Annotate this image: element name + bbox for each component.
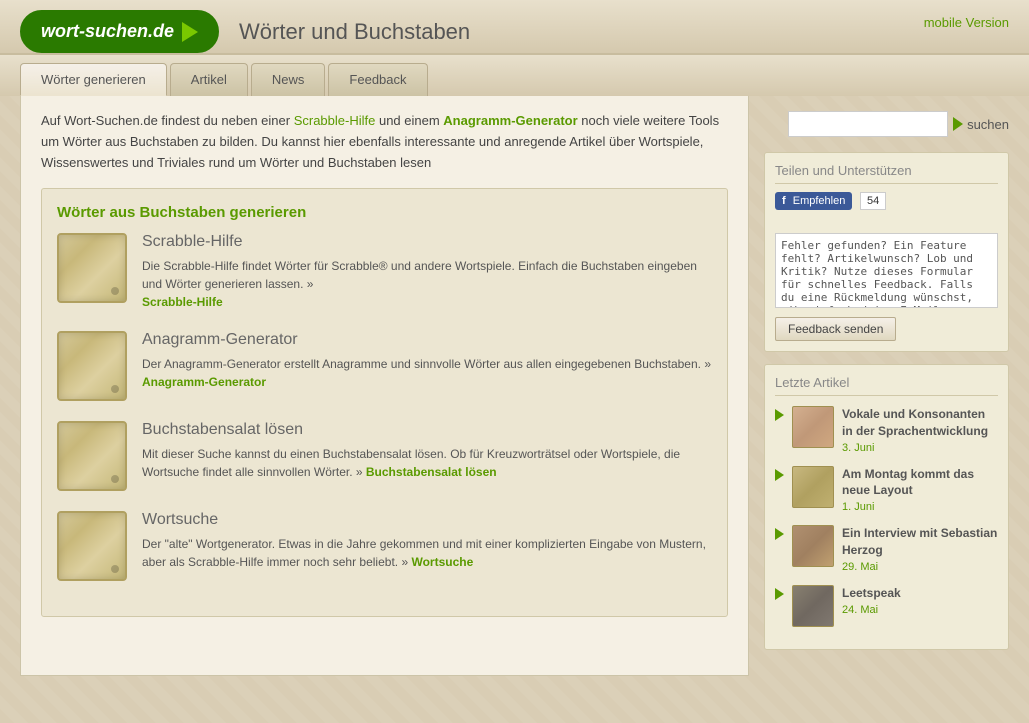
search-box: suchen <box>764 106 1009 137</box>
anagramm-desc: Der Anagramm-Generator erstellt Anagramm… <box>142 355 712 391</box>
buchstabensalat-link[interactable]: Buchstabensalat lösen <box>366 465 497 479</box>
article-title-0: Vokale und Konsonanten in der Sprachentw… <box>842 406 998 440</box>
article-arrow-icon-2 <box>775 528 784 540</box>
search-input[interactable] <box>788 111 948 137</box>
article-item-3[interactable]: Leetspeak 24. Mai <box>775 585 998 627</box>
scrabble-heading: Scrabble-Hilfe <box>142 233 712 251</box>
wortsuche-heading: Wortsuche <box>142 511 712 529</box>
fb-row: f Empfehlen 54 <box>775 192 998 218</box>
article-thumb-3 <box>792 585 834 627</box>
feature-box-title: Wörter aus Buchstaben generieren <box>57 204 712 221</box>
feedback-send-button[interactable]: Feedback senden <box>775 317 896 341</box>
anagramm-thumb <box>57 331 127 401</box>
logo[interactable]: wort-suchen.de <box>20 10 219 53</box>
wortsuche-link[interactable]: Wortsuche <box>411 555 473 569</box>
buchstabensalat-heading: Buchstabensalat lösen <box>142 421 712 439</box>
article-item-1[interactable]: Am Montag kommt das neue Layout 1. Juni <box>775 466 998 514</box>
search-button[interactable]: suchen <box>953 117 1009 132</box>
article-item-2[interactable]: Ein Interview mit Sebastian Herzog 29. M… <box>775 525 998 573</box>
feature-item-buchstabensalat: Buchstabensalat lösen Mit dieser Suche k… <box>57 421 712 491</box>
scrabble-thumb <box>57 233 127 303</box>
fb-count: 54 <box>860 192 886 210</box>
article-info-1: Am Montag kommt das neue Layout 1. Juni <box>842 466 998 514</box>
tab-woerter-generieren[interactable]: Wörter generieren <box>20 63 167 96</box>
article-item-0[interactable]: Vokale und Konsonanten in der Sprachentw… <box>775 406 998 454</box>
tab-feedback[interactable]: Feedback <box>328 63 427 96</box>
feature-item-wortsuche: Wortsuche Der "alte" Wortgenerator. Etwa… <box>57 511 712 581</box>
article-arrow-icon-3 <box>775 588 784 600</box>
feature-box: Wörter aus Buchstaben generieren Scrabbl… <box>41 188 728 617</box>
article-date-3: 24. Mai <box>842 604 901 616</box>
buchstabensalat-thumb <box>57 421 127 491</box>
nav-tabs: Wörter generieren Artikel News Feedback <box>0 55 1029 96</box>
scrabble-content: Scrabble-Hilfe Die Scrabble-Hilfe findet… <box>142 233 712 311</box>
share-title: Teilen und Unterstützen <box>775 163 998 184</box>
article-date-1: 1. Juni <box>842 501 998 513</box>
articles-widget: Letzte Artikel Vokale und Konsonanten in… <box>764 364 1009 650</box>
feature-item-anagramm: Anagramm-Generator Der Anagramm-Generato… <box>57 331 712 401</box>
sidebar: suchen Teilen und Unterstützen f Empfehl… <box>749 96 1009 676</box>
article-date-0: 3. Juni <box>842 442 998 454</box>
scrabble-desc: Die Scrabble-Hilfe findet Wörter für Scr… <box>142 257 712 311</box>
logo-area: wort-suchen.de Wörter und Buchstaben <box>20 10 470 53</box>
share-widget: Teilen und Unterstützen f Empfehlen 54 F… <box>764 152 1009 352</box>
article-date-2: 29. Mai <box>842 561 998 573</box>
anagramm-link[interactable]: Anagramm-Generator <box>142 375 266 389</box>
anagramm-content: Anagramm-Generator Der Anagramm-Generato… <box>142 331 712 391</box>
wortsuche-thumb <box>57 511 127 581</box>
main-wrapper: Auf Wort-Suchen.de findest du neben eine… <box>0 96 1029 676</box>
article-info-0: Vokale und Konsonanten in der Sprachentw… <box>842 406 998 454</box>
articles-title: Letzte Artikel <box>775 375 998 396</box>
search-button-label: suchen <box>967 117 1009 132</box>
mobile-version-link[interactable]: mobile Version <box>924 10 1009 30</box>
article-arrow-icon-1 <box>775 469 784 481</box>
scrabble-link[interactable]: Scrabble-Hilfe <box>142 295 223 309</box>
article-title-3: Leetspeak <box>842 585 901 602</box>
wortsuche-content: Wortsuche Der "alte" Wortgenerator. Etwa… <box>142 511 712 571</box>
article-arrow-icon-0 <box>775 409 784 421</box>
logo-play-icon <box>182 22 198 42</box>
logo-text: wort-suchen.de <box>41 21 174 42</box>
anagramm-heading: Anagramm-Generator <box>142 331 712 349</box>
feedback-textarea[interactable]: Fehler gefunden? Ein Feature fehlt? Arti… <box>775 233 998 308</box>
header: wort-suchen.de Wörter und Buchstaben mob… <box>0 0 1029 55</box>
article-title-2: Ein Interview mit Sebastian Herzog <box>842 525 998 559</box>
article-thumb-1 <box>792 466 834 508</box>
wortsuche-desc: Der "alte" Wortgenerator. Etwas in die J… <box>142 535 712 571</box>
site-title: Wörter und Buchstaben <box>239 19 470 45</box>
scrabble-hilfe-intro-link[interactable]: Scrabble-Hilfe <box>294 113 376 128</box>
article-info-2: Ein Interview mit Sebastian Herzog 29. M… <box>842 525 998 573</box>
facebook-empfehlen-button[interactable]: f Empfehlen <box>775 192 852 210</box>
anagramm-generator-intro-link[interactable]: Anagramm-Generator <box>443 113 577 128</box>
tab-news[interactable]: News <box>251 63 326 96</box>
article-thumb-2 <box>792 525 834 567</box>
feature-item-scrabble: Scrabble-Hilfe Die Scrabble-Hilfe findet… <box>57 233 712 311</box>
buchstabensalat-desc: Mit dieser Suche kannst du einen Buchsta… <box>142 445 712 481</box>
article-thumb-0 <box>792 406 834 448</box>
content-area: Auf Wort-Suchen.de findest du neben eine… <box>20 96 749 676</box>
intro-text: Auf Wort-Suchen.de findest du neben eine… <box>41 111 728 173</box>
article-info-3: Leetspeak 24. Mai <box>842 585 901 616</box>
article-title-1: Am Montag kommt das neue Layout <box>842 466 998 500</box>
tab-artikel[interactable]: Artikel <box>170 63 248 96</box>
search-arrow-icon <box>953 117 963 131</box>
buchstabensalat-content: Buchstabensalat lösen Mit dieser Suche k… <box>142 421 712 481</box>
